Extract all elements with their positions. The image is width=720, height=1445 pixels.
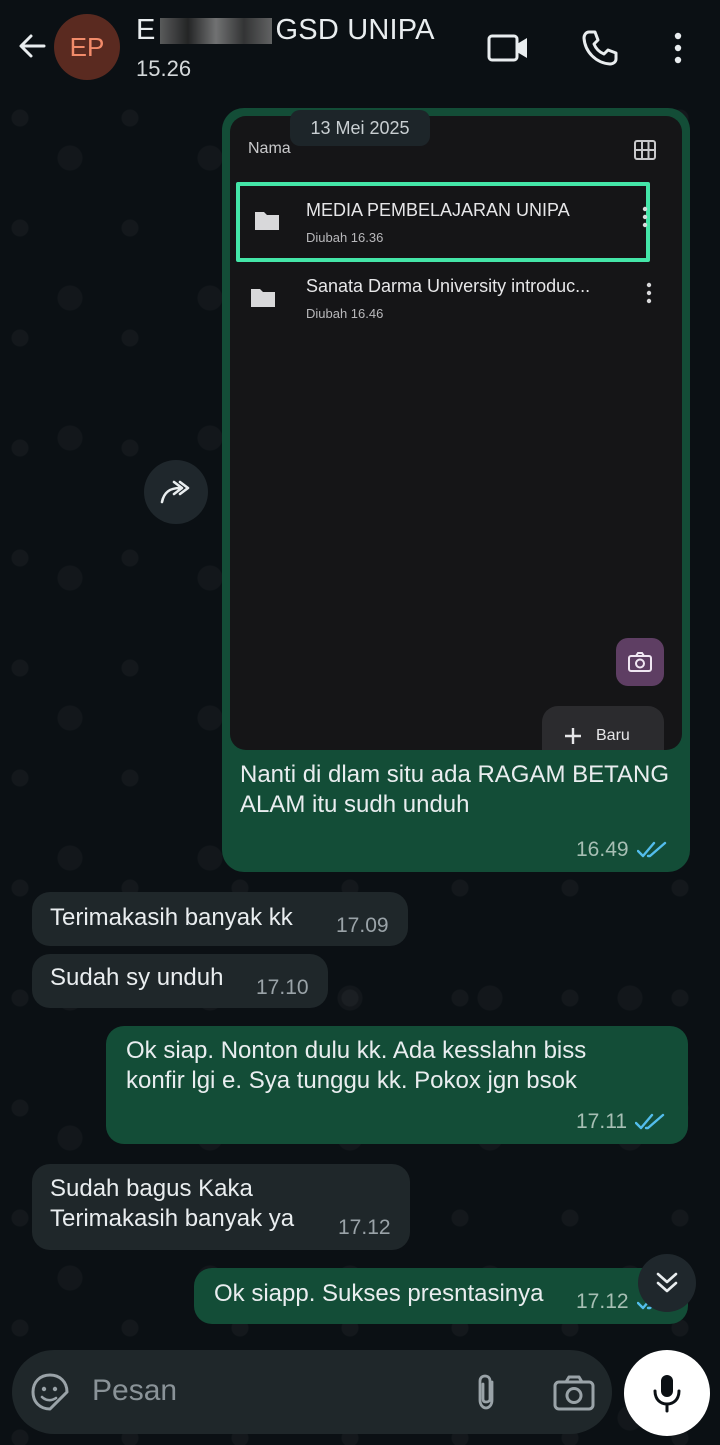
more-options-icon[interactable] (666, 28, 690, 68)
read-receipt-icon (635, 1113, 665, 1130)
message-input[interactable]: Pesan (92, 1374, 177, 1408)
message-text-line: konfir lgi e. Sya tunggu kk. Pokox jgn b… (126, 1067, 577, 1094)
message-meta: 17.12 (338, 1216, 391, 1240)
folder-icon (251, 289, 275, 307)
message-time: 17.12 (576, 1290, 629, 1313)
message-text-line: Ok siap. Nonton dulu kk. Ada kesslahn bi… (126, 1037, 587, 1064)
message-composer: Pesan (12, 1350, 612, 1434)
folder-more-icon (642, 206, 648, 228)
message-meta: 17.11 (576, 1110, 665, 1134)
new-button-label: Baru (596, 727, 630, 744)
message-meta: 17.10 (256, 976, 309, 1000)
incoming-message[interactable]: Terimakasih banyak kk 17.09 (32, 892, 408, 946)
double-chevron-down-icon (656, 1272, 678, 1293)
folder-row-highlighted: MEDIA PEMBELAJARAN UNIPA Diubah 16.36 (236, 182, 650, 262)
new-button: Baru (542, 706, 664, 750)
column-header: Nama (248, 140, 291, 157)
message-text-line: Sudah bagus Kaka (50, 1175, 253, 1202)
folder-icon (255, 212, 279, 230)
folder-more-icon (646, 282, 652, 304)
sticker-icon[interactable] (30, 1372, 70, 1412)
outgoing-message[interactable]: Ok siapp. Sukses presntasinya 17.12 (194, 1268, 688, 1324)
image-caption: Nanti di dlam situ ada RAGAM BETANG ALAM… (240, 761, 670, 818)
message-text: Ok siapp. Sukses presntasinya (214, 1280, 544, 1307)
message-time: 17.10 (256, 976, 309, 999)
incoming-message[interactable]: Sudah bagus Kaka Terimakasih banyak ya 1… (32, 1164, 410, 1250)
chat-header: EP E GSD UNIPA 15.26 (0, 0, 720, 98)
folder-modified: Diubah 16.46 (306, 306, 384, 321)
message-text-line: Terimakasih banyak ya (50, 1205, 295, 1232)
forward-icon (160, 480, 190, 504)
avatar[interactable]: EP (54, 14, 120, 80)
video-call-icon[interactable] (486, 28, 530, 68)
folder-row: Sanata Darma University introduc... Diub… (230, 260, 682, 336)
blurred-name-segment (159, 18, 272, 45)
avatar-initials: EP (69, 31, 105, 62)
contact-name-prefix: E (136, 14, 156, 46)
last-seen: 15.26 (136, 56, 192, 81)
incoming-message[interactable]: Sudah sy unduh 17.10 (32, 954, 328, 1008)
message-text: Sudah sy unduh (50, 964, 224, 991)
image-message-bubble[interactable]: Nama MEDIA PEMBELAJARAN UNIPA Diubah 16.… (222, 108, 690, 872)
plus-icon (565, 728, 581, 744)
message-time: 17.09 (336, 914, 389, 937)
scan-camera-button (616, 638, 664, 686)
voice-message-button[interactable] (624, 1350, 710, 1436)
folder-title: Sanata Darma University introduc... (306, 276, 591, 296)
contact-name[interactable]: E GSD UNIPA (136, 14, 435, 47)
message-time: 17.12 (338, 1216, 391, 1239)
message-text: Terimakasih banyak kk (50, 904, 293, 931)
folder-modified: Diubah 16.36 (306, 230, 384, 245)
paperclip-icon[interactable] (470, 1372, 502, 1412)
microphone-icon (653, 1375, 681, 1413)
folder-title: MEDIA PEMBELAJARAN UNIPA (306, 200, 570, 220)
camera-icon[interactable] (552, 1374, 596, 1412)
shared-screenshot[interactable]: Nama MEDIA PEMBELAJARAN UNIPA Diubah 16.… (230, 116, 682, 750)
grid-view-icon (634, 140, 656, 160)
message-time: 16.49 (576, 838, 629, 861)
contact-name-suffix: GSD UNIPA (275, 14, 435, 46)
message-meta: 17.09 (336, 914, 389, 938)
back-arrow-icon[interactable] (14, 28, 50, 64)
read-receipt-icon (636, 841, 666, 858)
outgoing-message[interactable]: Ok siap. Nonton dulu kk. Ada kesslahn bi… (106, 1026, 688, 1144)
message-time: 17.11 (576, 1110, 627, 1133)
scroll-to-bottom-button[interactable] (638, 1254, 696, 1312)
camera-icon (628, 652, 652, 672)
voice-call-icon[interactable] (580, 28, 620, 68)
forward-button[interactable] (144, 460, 208, 524)
date-separator: 13 Mei 2025 (290, 110, 430, 146)
message-meta: 16.49 (576, 838, 667, 862)
